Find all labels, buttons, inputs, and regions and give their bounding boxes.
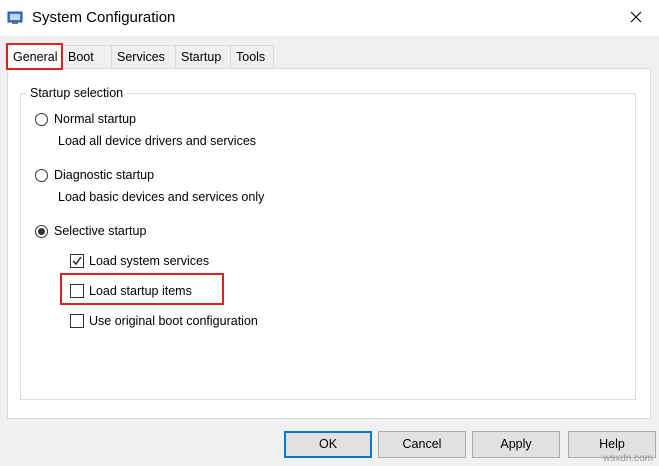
tab-tools[interactable]: Tools	[230, 45, 274, 68]
tab-services[interactable]: Services	[111, 45, 176, 68]
tab-boot[interactable]: Boot	[62, 45, 112, 68]
system-configuration-icon	[7, 10, 23, 26]
apply-button[interactable]: Apply	[472, 431, 560, 458]
ok-button[interactable]: OK	[284, 431, 372, 458]
normal-startup-description: Load all device drivers and services	[58, 134, 257, 148]
diagnostic-startup-radio[interactable]	[35, 169, 48, 182]
radio-selected-dot	[38, 228, 45, 235]
highlight-box	[60, 273, 224, 305]
normal-startup-radio[interactable]	[35, 113, 48, 126]
title-bar: System Configuration	[0, 0, 659, 36]
use-original-boot-config-checkbox[interactable]	[70, 314, 84, 328]
watermark: wsxdn.com	[602, 453, 653, 464]
diagnostic-startup-description: Load basic devices and services only	[58, 190, 265, 204]
use-original-boot-config-label[interactable]: Use original boot configuration	[89, 314, 258, 328]
startup-selection-label: Startup selection	[26, 86, 128, 100]
normal-startup-label[interactable]: Normal startup	[54, 112, 136, 126]
close-icon	[630, 11, 642, 23]
close-button[interactable]	[613, 0, 659, 34]
load-system-services-checkbox[interactable]	[70, 254, 84, 268]
load-system-services-label[interactable]: Load system services	[89, 254, 209, 268]
checkmark-icon	[72, 256, 82, 266]
selective-startup-radio[interactable]	[35, 225, 48, 238]
tab-general[interactable]: General	[6, 43, 63, 70]
window-title: System Configuration	[32, 9, 176, 26]
cancel-button[interactable]: Cancel	[378, 431, 466, 458]
tab-startup[interactable]: Startup	[175, 45, 231, 68]
selective-startup-label[interactable]: Selective startup	[54, 224, 146, 238]
diagnostic-startup-label[interactable]: Diagnostic startup	[54, 168, 154, 182]
